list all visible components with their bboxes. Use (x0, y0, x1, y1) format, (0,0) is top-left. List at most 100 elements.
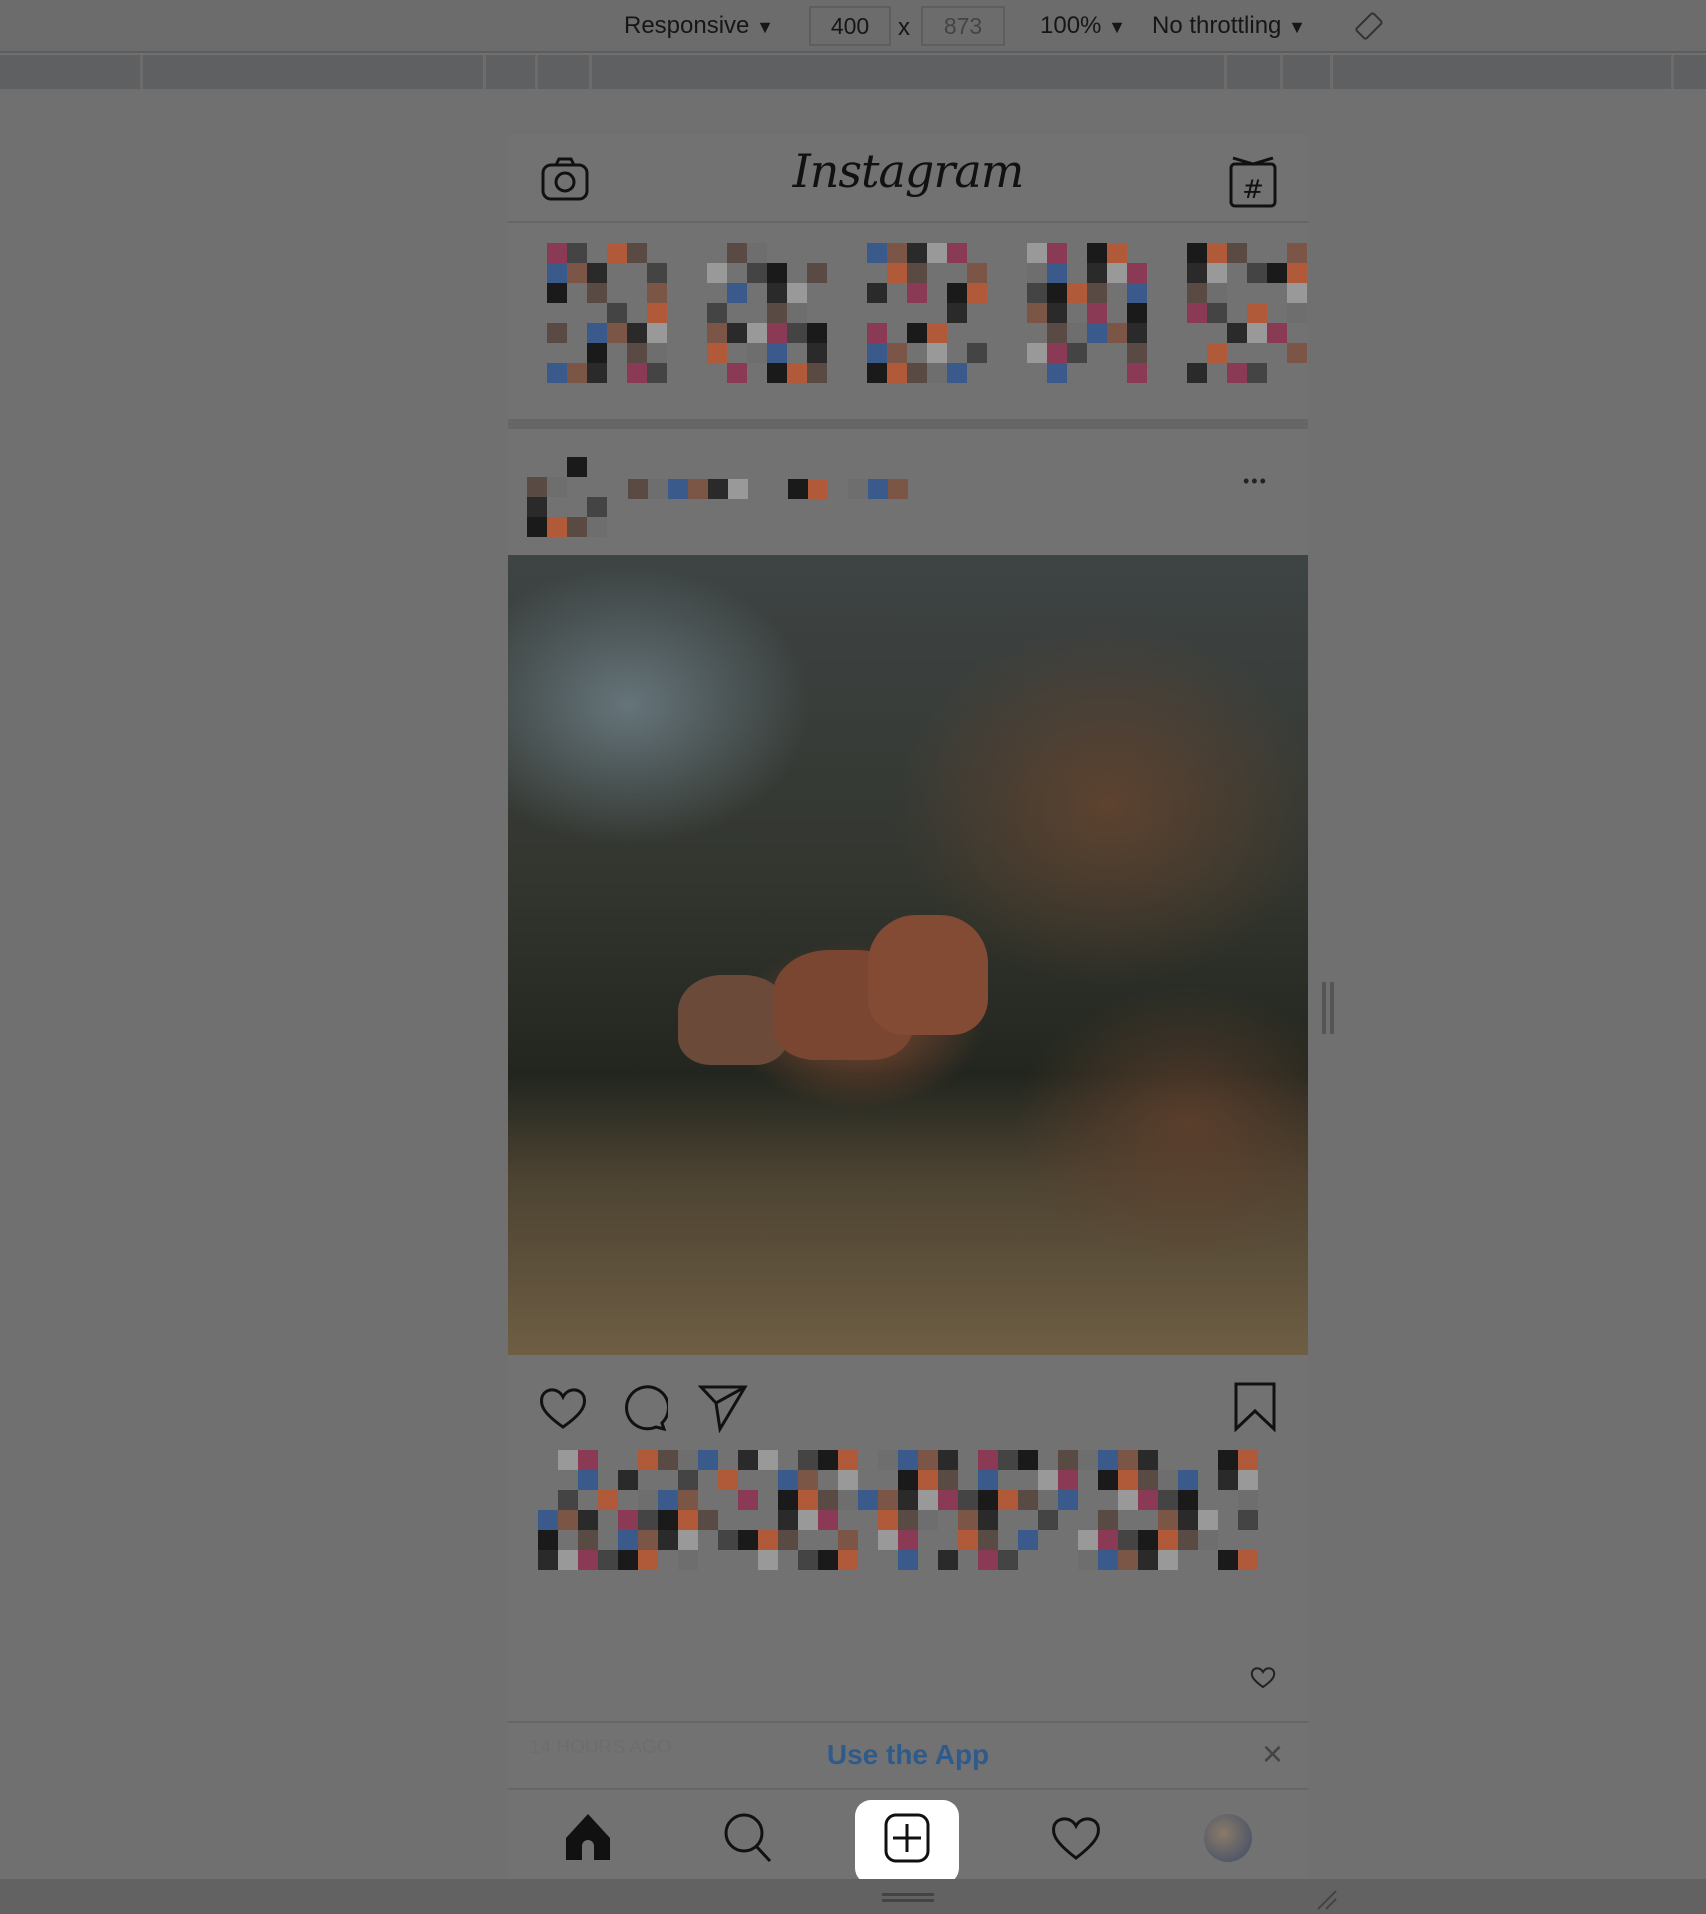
mosaic-block (1138, 1530, 1158, 1550)
mosaic-block (778, 1470, 798, 1490)
mosaic-block (838, 1450, 858, 1470)
media-query-bar[interactable] (0, 55, 1706, 89)
mosaic-block (627, 343, 647, 363)
mosaic-block (1118, 1550, 1138, 1570)
mosaic-block (1047, 343, 1067, 363)
bookmark-icon[interactable] (1232, 1381, 1278, 1433)
search-icon[interactable] (723, 1812, 773, 1862)
profile-avatar[interactable] (1204, 1814, 1252, 1862)
igtv-icon[interactable]: # (1228, 154, 1280, 210)
mosaic-block (1207, 303, 1227, 323)
mosaic-block (838, 1530, 858, 1550)
mosaic-block (538, 1510, 558, 1530)
story-avatar[interactable] (1187, 243, 1309, 383)
mosaic-block (978, 1530, 998, 1550)
mosaic-block (1187, 303, 1207, 323)
mosaic-block (1178, 1470, 1198, 1490)
mosaic-block (1047, 323, 1067, 343)
mosaic-block (1158, 1530, 1178, 1550)
mosaic-block (1107, 323, 1127, 343)
mosaic-block (978, 1490, 998, 1510)
resize-corner-icon[interactable] (1314, 1887, 1340, 1911)
mosaic-block (938, 1450, 958, 1470)
mosaic-block (1018, 1450, 1038, 1470)
mosaic-block (758, 1450, 778, 1470)
mosaic-block (707, 303, 727, 323)
like-icon[interactable] (538, 1385, 588, 1431)
device-select[interactable]: Responsive ▼ (624, 12, 774, 40)
comment-like-icon[interactable] (1250, 1666, 1276, 1690)
mosaic-block (1118, 1490, 1138, 1510)
new-post-button[interactable] (855, 1800, 959, 1884)
mosaic-block (907, 363, 927, 383)
mosaic-block (1118, 1530, 1138, 1550)
mosaic-block (1218, 1470, 1238, 1490)
device-viewport: Instagram # ••• 14 HOURS AGO Use the App… (508, 134, 1309, 1884)
mosaic-block (998, 1490, 1018, 1510)
mosaic-block (967, 343, 987, 363)
resize-handle-right[interactable] (1322, 982, 1326, 1034)
mosaic-block (1247, 363, 1267, 383)
mosaic-block (798, 1510, 818, 1530)
throttling-select[interactable]: No throttling ▼ (1152, 12, 1306, 40)
mosaic-block (567, 517, 587, 537)
mosaic-block (1158, 1510, 1178, 1530)
post-username[interactable] (628, 479, 928, 499)
more-options-icon[interactable]: ••• (1243, 471, 1268, 492)
rotate-icon[interactable] (1354, 11, 1384, 41)
mosaic-block (1087, 283, 1107, 303)
post-avatar[interactable] (527, 457, 607, 537)
mosaic-block (807, 343, 827, 363)
bottom-nav (508, 1790, 1308, 1884)
ruler-divider (1330, 55, 1333, 89)
mosaic-block (1138, 1550, 1158, 1570)
mosaic-block (1138, 1490, 1158, 1510)
mosaic-block (878, 1450, 898, 1470)
mosaic-block (678, 1470, 698, 1490)
mosaic-block (998, 1450, 1018, 1470)
width-input[interactable]: 400 (809, 6, 891, 46)
activity-heart-icon[interactable] (1050, 1814, 1102, 1862)
mosaic-block (1187, 243, 1207, 263)
mosaic-block (647, 343, 667, 363)
mosaic-block (1218, 1550, 1238, 1570)
mosaic-block (747, 263, 767, 283)
story-avatar[interactable] (867, 243, 989, 383)
post-image[interactable] (508, 555, 1308, 1355)
resize-handle-bottom[interactable] (882, 1893, 934, 1896)
mosaic-block (747, 343, 767, 363)
mosaic-block (678, 1550, 698, 1570)
mosaic-block (638, 1510, 658, 1530)
mosaic-block (947, 243, 967, 263)
story-avatar[interactable] (1027, 243, 1149, 383)
mosaic-block (858, 1490, 878, 1510)
mosaic-block (758, 1550, 778, 1570)
mosaic-block (707, 263, 727, 283)
height-input[interactable]: 873 (921, 6, 1005, 46)
mosaic-block (918, 1490, 938, 1510)
mosaic-block (688, 479, 708, 499)
mosaic-block (1087, 243, 1107, 263)
mosaic-block (1127, 323, 1147, 343)
mosaic-block (887, 243, 907, 263)
mosaic-block (1187, 363, 1207, 383)
mosaic-block (558, 1510, 578, 1530)
zoom-select[interactable]: 100% ▼ (1040, 12, 1126, 40)
mosaic-block (618, 1470, 638, 1490)
mosaic-block (558, 1450, 578, 1470)
home-icon[interactable] (564, 1812, 612, 1860)
comment-icon[interactable] (618, 1383, 668, 1433)
mosaic-block (578, 1530, 598, 1550)
post-caption (538, 1450, 1278, 1680)
mosaic-block (558, 1490, 578, 1510)
use-app-link[interactable]: Use the App (508, 1739, 1308, 1771)
mosaic-block (708, 479, 728, 499)
mosaic-block (1127, 303, 1147, 323)
story-avatar[interactable] (707, 243, 829, 383)
close-icon[interactable]: × (1262, 1733, 1283, 1775)
mosaic-block (1218, 1450, 1238, 1470)
share-icon[interactable] (698, 1383, 748, 1433)
bottom-resize-bar[interactable] (0, 1879, 1706, 1914)
mosaic-block (898, 1450, 918, 1470)
story-avatar[interactable] (547, 243, 669, 383)
